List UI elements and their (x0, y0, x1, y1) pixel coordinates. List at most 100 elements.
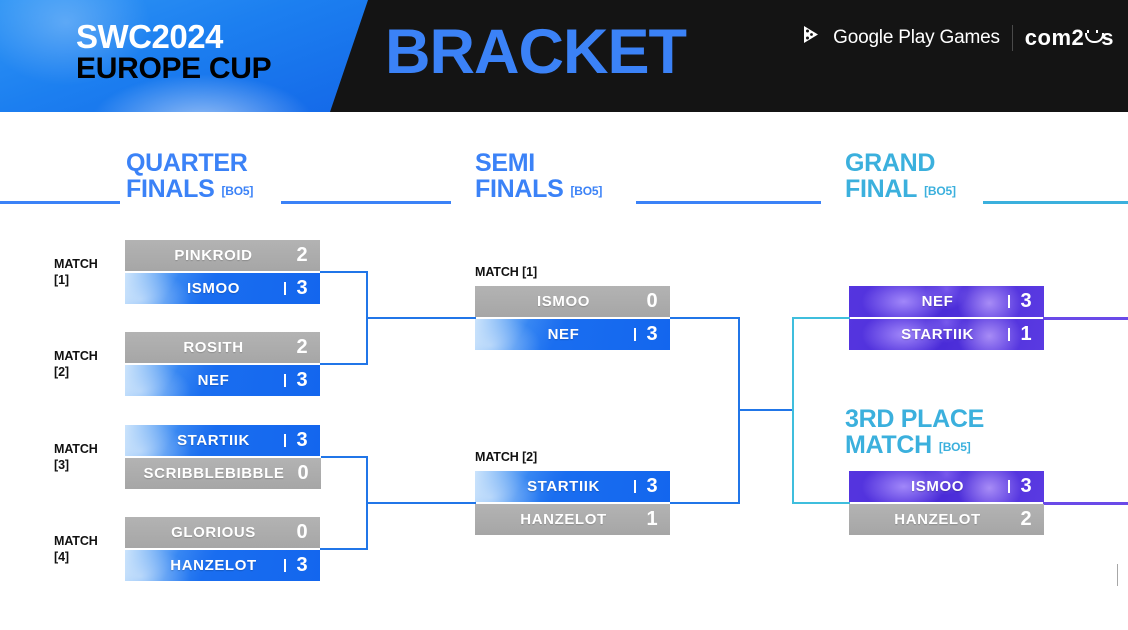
match-card-qf3[interactable]: STARTIIK 3 SCRIBBLEBIBBLE 0 (125, 425, 321, 489)
match-row[interactable]: STARTIIK 1 (849, 319, 1044, 350)
match-row[interactable]: ISMOO 0 (475, 286, 670, 317)
team-score: 3 (634, 323, 670, 346)
team-name: PINKROID (174, 247, 253, 264)
team-name: SCRIBBLEBIBBLE (143, 465, 285, 482)
round-heading-line1: 3RD PLACE (845, 405, 984, 433)
google-play-games-icon (798, 22, 824, 53)
round-heading-line2: FINALS (126, 175, 215, 203)
team-score: 2 (1020, 508, 1032, 530)
rule-quarterfinals-left (0, 201, 120, 204)
match-label-number: [2] (54, 364, 69, 379)
match-label-text: MATCH [2] (475, 450, 538, 464)
connector-to-sf1 (366, 317, 476, 319)
team-score: 0 (646, 290, 658, 312)
match-label-number: [3] (54, 457, 69, 472)
team-score: 3 (284, 369, 320, 392)
match-row[interactable]: NEF 3 (475, 319, 670, 350)
sponsor-bar: Google Play Games com2 s (798, 22, 1114, 53)
team-score: 3 (634, 475, 670, 498)
match-row[interactable]: STARTIIK 3 (125, 425, 320, 456)
sponsor-divider (1011, 24, 1013, 51)
team-score: 2 (296, 336, 308, 358)
connector-sf-to-final-junction (738, 409, 794, 411)
connector-sf2 (670, 502, 740, 504)
round-heading-line1: QUARTER (126, 149, 248, 177)
match-card-sf2[interactable]: STARTIIK 3 HANZELOT 1 (475, 471, 670, 535)
round-heading-bo: [BO5] (570, 184, 603, 198)
match-row[interactable]: ISMOO 3 (849, 471, 1044, 502)
connector-sf1 (670, 317, 740, 319)
team-name: ROSITH (183, 339, 244, 356)
match-row[interactable]: HANZELOT 1 (475, 504, 670, 535)
match-row[interactable]: GLORIOUS 0 (125, 517, 320, 548)
connector-to-grandfinal (792, 317, 850, 319)
com2us-label-pre: com2 (1024, 24, 1085, 50)
page-title: BRACKET (385, 17, 687, 87)
match-row[interactable]: NEF 3 (849, 286, 1044, 317)
match-row[interactable]: PINKROID 2 (125, 240, 320, 271)
connector-qf3 (321, 456, 368, 458)
round-heading-line1: SEMI (475, 149, 535, 177)
match-label-text: MATCH (54, 257, 98, 271)
team-score: 1 (646, 508, 658, 530)
match-row[interactable]: ROSITH 2 (125, 332, 320, 363)
match-card-qf1[interactable]: PINKROID 2 ISMOO 3 (125, 240, 320, 304)
connector-qf4 (320, 548, 368, 550)
connector-to-thirdplace (792, 502, 850, 504)
match-label-text: MATCH (54, 534, 98, 548)
team-score: 2 (296, 244, 308, 266)
team-name: STARTIIK (527, 478, 600, 495)
connector-thirdplace-exit (1043, 502, 1128, 505)
connector-qf2 (320, 363, 368, 365)
match-label-qf4: MATCH [4] (54, 534, 120, 565)
match-label-qf3: MATCH [3] (54, 442, 120, 473)
page-header: SWC2024 EUROPE CUP BRACKET Google Play G… (0, 0, 1128, 112)
match-row[interactable]: HANZELOT 2 (849, 504, 1044, 535)
sponsor-google-play-games: Google Play Games (798, 22, 1000, 53)
match-row[interactable]: ISMOO 3 (125, 273, 320, 304)
rule-semifinals-right (636, 201, 821, 204)
sponsor-com2us: com2 s (1025, 25, 1114, 51)
match-label-text: MATCH (54, 442, 98, 456)
round-heading-grandfinal: GRAND FINAL [BO5] (845, 150, 956, 202)
connector-final-vertical (792, 317, 794, 504)
match-card-qf4[interactable]: GLORIOUS 0 HANZELOT 3 (125, 517, 320, 581)
team-score: 0 (296, 521, 308, 543)
match-card-grand-final[interactable]: NEF 3 STARTIIK 1 (849, 286, 1044, 350)
match-row[interactable]: NEF 3 (125, 365, 320, 396)
round-heading-bo: [BO5] (938, 440, 971, 454)
rule-quarterfinals-right (281, 201, 451, 204)
round-heading-line2: MATCH (845, 431, 932, 459)
connector-qf1 (320, 271, 368, 273)
round-heading-line2: FINAL (845, 175, 918, 203)
round-heading-thirdplace: 3RD PLACE MATCH [BO5] (845, 406, 984, 458)
team-score: 3 (1008, 475, 1044, 498)
match-label-number: [4] (54, 549, 69, 564)
match-label-number: [1] (54, 272, 69, 287)
match-row[interactable]: HANZELOT 3 (125, 550, 320, 581)
match-row[interactable]: SCRIBBLEBIBBLE 0 (125, 458, 321, 489)
team-name: ISMOO (536, 293, 590, 310)
event-name-region: EUROPE CUP (76, 51, 272, 85)
team-score: 3 (1008, 290, 1044, 313)
match-label-text: MATCH (54, 349, 98, 363)
match-label-qf2: MATCH [2] (54, 349, 120, 380)
team-name: NEF (197, 372, 230, 389)
match-card-third-place[interactable]: ISMOO 3 HANZELOT 2 (849, 471, 1044, 535)
match-label-sf2: MATCH [2] (475, 450, 537, 466)
match-label-qf1: MATCH [1] (54, 257, 120, 288)
round-heading-bo: [BO5] (924, 184, 956, 198)
round-heading-line2: FINALS (475, 175, 564, 203)
team-name: ISMOO (910, 478, 964, 495)
event-logo: SWC2024 EUROPE CUP (76, 20, 356, 84)
match-card-qf2[interactable]: ROSITH 2 NEF 3 (125, 332, 320, 396)
team-name: HANZELOT (520, 511, 607, 528)
round-heading-line1: GRAND (845, 149, 936, 177)
team-name: NEF (921, 293, 954, 310)
team-name: NEF (547, 326, 580, 343)
round-heading-quarterfinals: QUARTER FINALS [BO5] (126, 150, 253, 202)
match-card-sf1[interactable]: ISMOO 0 NEF 3 (475, 286, 670, 350)
team-name: ISMOO (186, 280, 240, 297)
match-row[interactable]: STARTIIK 3 (475, 471, 670, 502)
team-name: STARTIIK (177, 432, 250, 449)
